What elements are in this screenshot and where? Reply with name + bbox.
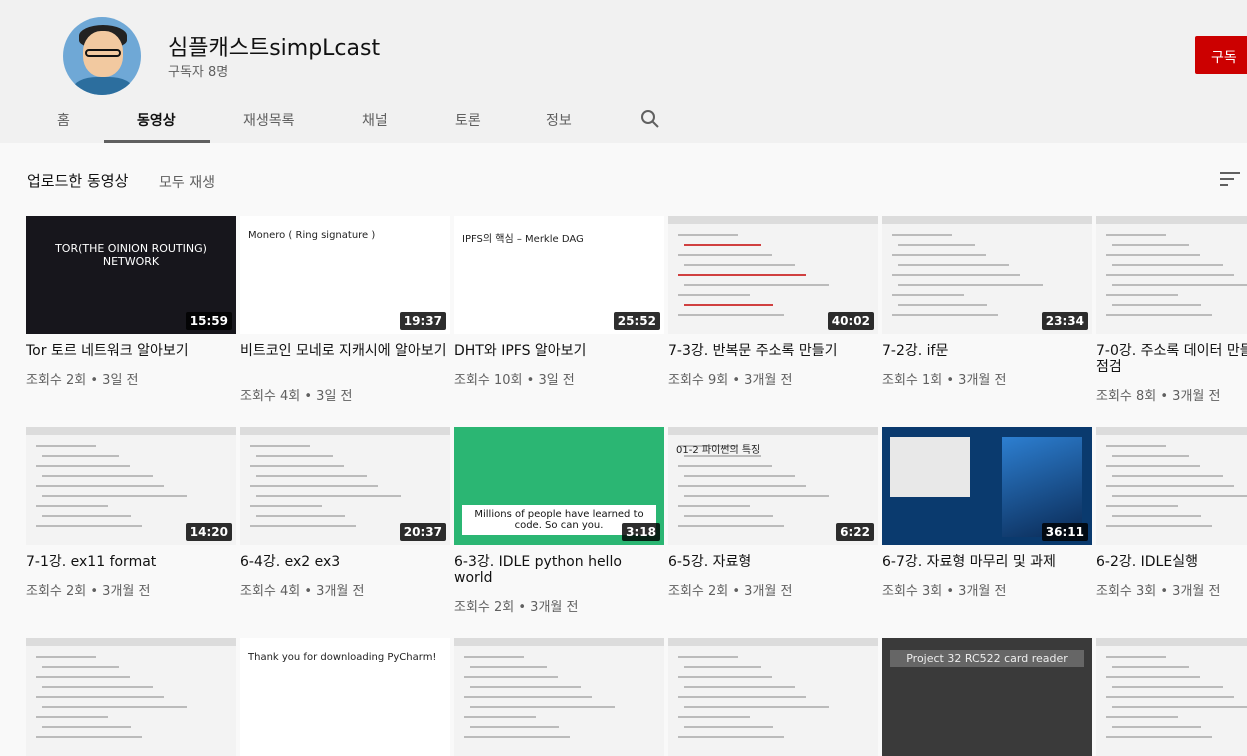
thumbnail-text: TOR(THE OINION ROUTING) NETWORK	[55, 242, 207, 268]
video-meta: 조회수 1회 • 3개월 전	[882, 373, 1007, 388]
thumbnail-text: Thank you for downloading PyCharm!	[248, 652, 437, 663]
tab-channels[interactable]: 채널	[362, 110, 388, 130]
video-meta: 조회수 3회 • 3개월 전	[882, 584, 1007, 599]
video-title[interactable]: 7-0강. 주소록 데이터 만들기 과제 점검	[1096, 343, 1247, 375]
sort-icon[interactable]	[1220, 171, 1240, 187]
video-thumbnail[interactable]: Project 32 RC522 card reader	[882, 638, 1092, 756]
video-thumbnail[interactable]: 23:34	[882, 216, 1092, 334]
video-meta: 조회수 9회 • 3개월 전	[668, 373, 793, 388]
video-duration: 40:02	[827, 312, 874, 330]
video-meta: 조회수 2회 • 3개월 전	[26, 584, 151, 599]
video-meta: 조회수 3회 • 3개월 전	[1096, 584, 1221, 599]
video-title[interactable]: 6-7강. 자료형 마무리 및 과제	[882, 554, 1092, 570]
video-meta: 조회수 8회 • 3개월 전	[1096, 389, 1221, 404]
video-meta: 조회수 4회 • 3개월 전	[240, 584, 365, 599]
thumbnail-text: IPFS의 핵심 – Merkle DAG	[462, 234, 584, 245]
video-title[interactable]: 6-5강. 자료형	[668, 554, 878, 570]
video-thumbnail[interactable]: TOR(THE OINION ROUTING) NETWORK 15:59	[26, 216, 236, 334]
video-duration: 6:22	[836, 523, 874, 541]
tab-playlists[interactable]: 재생목록	[243, 110, 295, 130]
channel-name: 심플캐스트simpLcast	[168, 36, 381, 61]
channel-tabs: 홈 동영상 재생목록 채널 토론 정보	[0, 98, 1247, 143]
tab-videos[interactable]: 동영상	[137, 110, 176, 130]
section-title: 업로드한 동영상	[27, 172, 129, 190]
video-duration: 36:11	[1041, 523, 1088, 541]
video-thumbnail[interactable]: 14:20	[26, 427, 236, 545]
video-thumbnail[interactable]: 01-2 파이썬의 특징 6:22	[668, 427, 878, 545]
video-duration: 15:59	[185, 312, 232, 330]
video-duration: 14:20	[185, 523, 232, 541]
tab-home[interactable]: 홈	[57, 110, 70, 130]
video-meta: 조회수 4회 • 3일 전	[240, 389, 353, 404]
tab-discussion[interactable]: 토론	[455, 110, 481, 130]
video-title[interactable]: 7-3강. 반복문 주소록 만들기	[668, 343, 878, 359]
subscriber-count: 구독자 8명	[168, 65, 229, 80]
video-thumbnail[interactable]: Monero ( Ring signature ) 19:37	[240, 216, 450, 334]
video-duration: 25:52	[613, 312, 660, 330]
video-thumbnail[interactable]: 36:11	[882, 427, 1092, 545]
video-meta: 조회수 2회 • 3개월 전	[454, 600, 579, 615]
thumbnail-text: 01-2 파이썬의 특징	[676, 445, 761, 456]
video-thumbnail[interactable]	[668, 638, 878, 756]
video-title[interactable]: 7-2강. if문	[882, 343, 1092, 359]
video-title[interactable]: 6-2강. IDLE실행	[1096, 554, 1247, 570]
video-title[interactable]: 6-4강. ex2 ex3	[240, 554, 450, 570]
play-all-link[interactable]: 모두 재생	[159, 172, 215, 192]
video-title[interactable]: 7-1강. ex11 format	[26, 554, 236, 570]
video-thumbnail[interactable]	[1096, 638, 1247, 756]
video-thumbnail[interactable]	[26, 638, 236, 756]
video-meta: 조회수 10회 • 3일 전	[454, 373, 575, 388]
thumbnail-text: Monero ( Ring signature )	[248, 230, 376, 241]
subscribe-button[interactable]: 구독	[1195, 36, 1247, 74]
video-thumbnail[interactable]	[1096, 216, 1247, 334]
video-title[interactable]: 6-3강. IDLE python hello world	[454, 554, 664, 586]
tab-about[interactable]: 정보	[546, 110, 572, 130]
video-thumbnail[interactable]: Millions of people have learned to code.…	[454, 427, 664, 545]
video-title[interactable]: Tor 토르 네트워크 알아보기	[26, 343, 236, 359]
active-tab-indicator	[104, 140, 210, 143]
channel-avatar[interactable]	[63, 17, 141, 95]
video-thumbnail[interactable]	[1096, 427, 1247, 545]
video-thumbnail[interactable]	[454, 638, 664, 756]
video-duration: 19:37	[399, 312, 446, 330]
video-title[interactable]: 비트코인 모네로 지캐시에 알아보기	[240, 343, 450, 359]
video-thumbnail[interactable]: Thank you for downloading PyCharm!	[240, 638, 450, 756]
video-duration: 23:34	[1041, 312, 1088, 330]
video-thumbnail[interactable]: 40:02	[668, 216, 878, 334]
video-duration: 3:18	[622, 523, 660, 541]
video-thumbnail[interactable]: IPFS의 핵심 – Merkle DAG 25:52	[454, 216, 664, 334]
thumbnail-text: Project 32 RC522 card reader	[890, 650, 1084, 667]
video-duration: 20:37	[399, 523, 446, 541]
search-icon[interactable]	[640, 109, 660, 129]
video-meta: 조회수 2회 • 3일 전	[26, 373, 139, 388]
video-meta: 조회수 2회 • 3개월 전	[668, 584, 793, 599]
video-thumbnail[interactable]: 20:37	[240, 427, 450, 545]
video-title[interactable]: DHT와 IPFS 알아보기	[454, 343, 664, 359]
